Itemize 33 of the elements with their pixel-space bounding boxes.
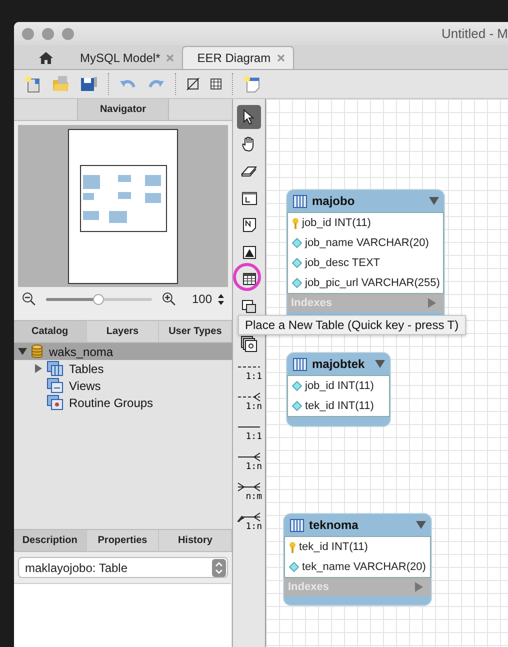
window-title: Untitled - M (442, 26, 508, 41)
table-name: majobtek (312, 357, 366, 371)
column-definition: job_id INT(11) (302, 217, 371, 229)
object-dropdown[interactable]: maklayojobo: Table (18, 557, 228, 578)
tree-item[interactable]: Tables (14, 360, 232, 377)
relationship-tool[interactable]: 1:1 (236, 419, 262, 445)
table-name: teknoma (309, 518, 360, 532)
column-definition: job_name VARCHAR(20) (305, 237, 429, 249)
column-definition: tek_id INT(11) (299, 541, 368, 553)
tooltip: Place a New Table (Quick key - press T) (238, 315, 466, 335)
panel-tab[interactable]: Layers (86, 321, 160, 342)
panel-tab[interactable]: Description (14, 530, 87, 551)
column-definition: tek_id INT(11) (305, 400, 374, 412)
tree-item[interactable]: Views (14, 377, 232, 394)
column-definition: tek_name VARCHAR(20) (302, 561, 426, 573)
zoom-value[interactable]: 100 (192, 292, 212, 306)
table-name: majobo (312, 194, 356, 208)
table-card[interactable]: majobtek job_id INT(11) tek_id INT(11) (287, 353, 390, 426)
panel-tab[interactable]: Catalog (14, 321, 87, 342)
tree-item[interactable]: waks_noma (14, 343, 232, 360)
column-definition: job_id INT(11) (305, 380, 374, 392)
column-definition: job_desc TEXT (305, 257, 380, 269)
panel-tab[interactable]: Properties (86, 530, 160, 551)
navigator-tab[interactable]: Navigator (77, 99, 169, 120)
document-tab[interactable]: EER Diagram (182, 46, 294, 69)
relationship-tool[interactable]: n:m (236, 479, 262, 505)
tree-item[interactable]: Routine Groups (14, 394, 232, 411)
document-tab[interactable]: MySQL Model* (66, 47, 182, 69)
relationship-tool[interactable]: 1:1 (236, 359, 262, 385)
relationship-tool[interactable]: 1:n (236, 449, 262, 475)
relationship-tool[interactable]: 1:n (236, 509, 262, 535)
relationship-tool[interactable]: 1:n (236, 389, 262, 415)
column-definition: job_pic_url VARCHAR(255) (305, 277, 440, 289)
